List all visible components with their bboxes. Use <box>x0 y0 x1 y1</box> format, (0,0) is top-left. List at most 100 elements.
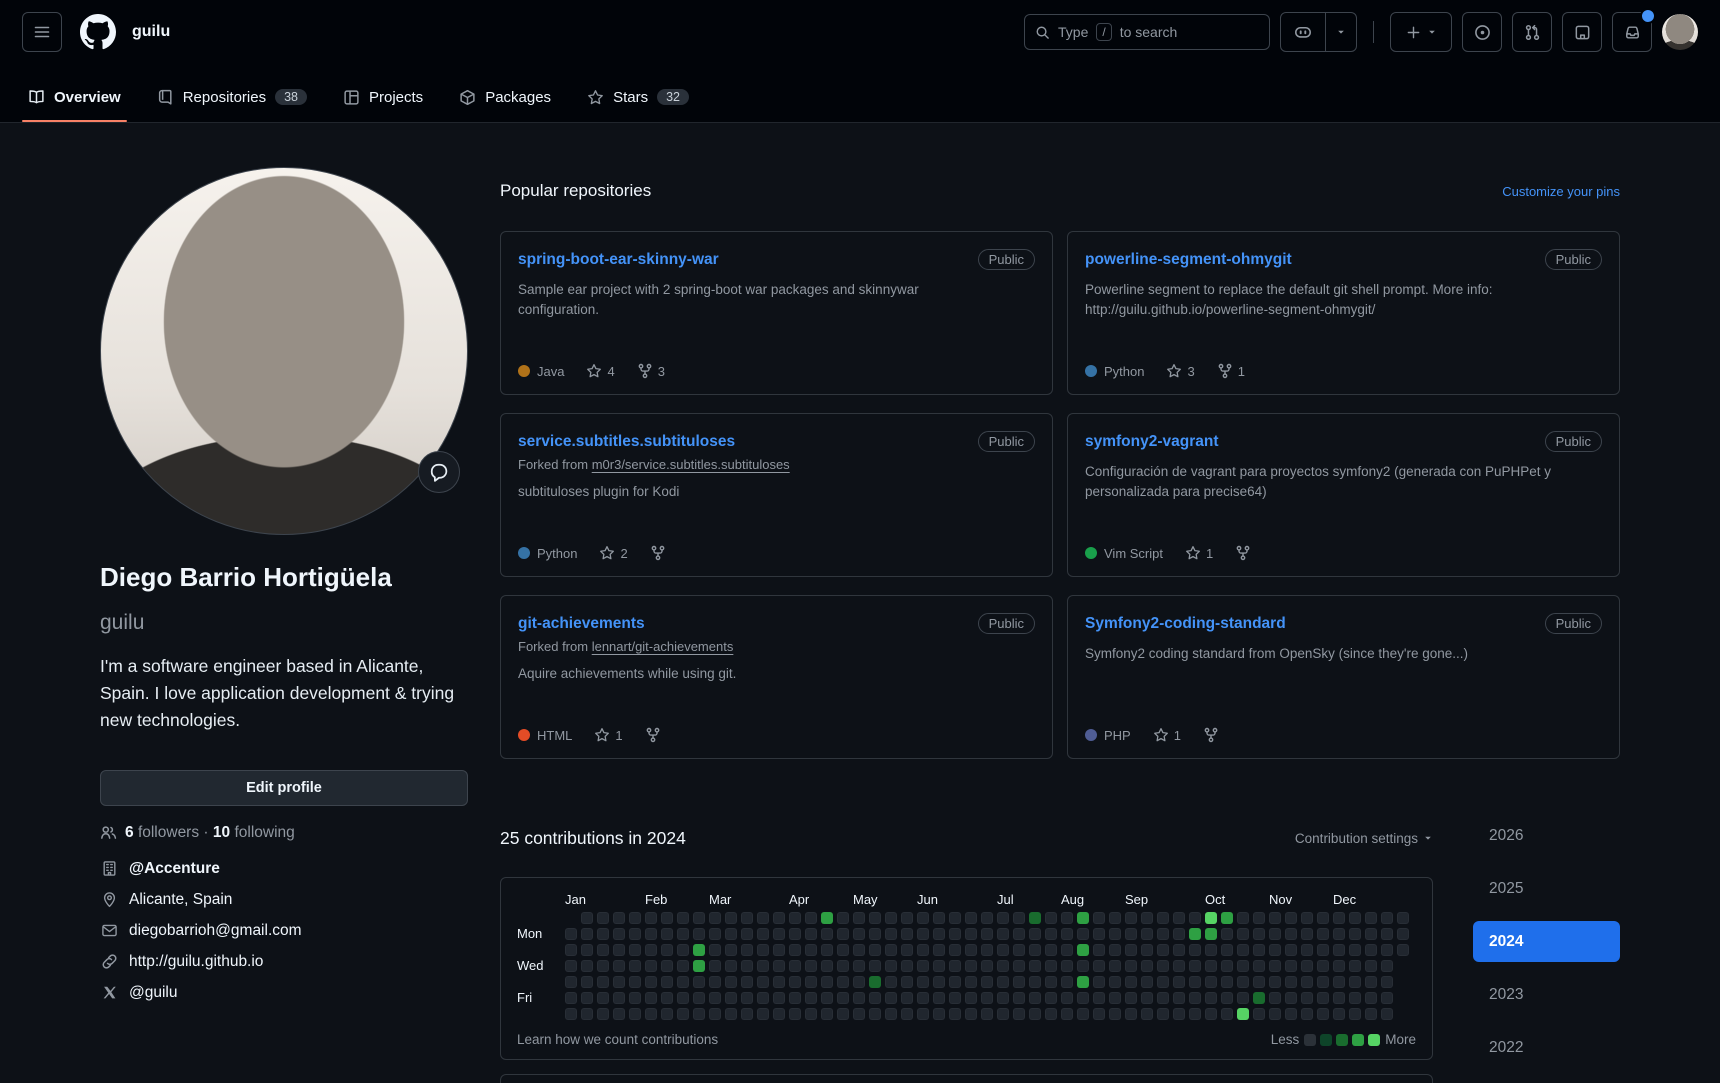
contribution-cell[interactable] <box>885 928 897 940</box>
contribution-cell[interactable] <box>1365 976 1377 988</box>
contribution-cell[interactable] <box>837 976 849 988</box>
contribution-cell[interactable] <box>1253 960 1265 972</box>
contribution-cell[interactable] <box>709 912 721 924</box>
contribution-cell[interactable] <box>853 992 865 1004</box>
contribution-cell[interactable] <box>1253 976 1265 988</box>
contribution-cell[interactable] <box>709 928 721 940</box>
contribution-cell[interactable] <box>725 928 737 940</box>
contribution-cell[interactable] <box>661 944 673 956</box>
contribution-cell[interactable] <box>1301 944 1313 956</box>
contribution-cell[interactable] <box>1189 912 1201 924</box>
contribution-cell[interactable] <box>1157 944 1169 956</box>
contribution-cell[interactable] <box>1221 960 1233 972</box>
contribution-cell[interactable] <box>789 960 801 972</box>
contribution-cell[interactable] <box>581 960 593 972</box>
contribution-cell[interactable] <box>565 928 577 940</box>
contribution-cell[interactable] <box>1029 912 1041 924</box>
contribution-cell[interactable] <box>645 1008 657 1020</box>
contribution-cell[interactable] <box>1029 960 1041 972</box>
contribution-cell[interactable] <box>821 976 833 988</box>
contribution-cell[interactable] <box>661 1008 673 1020</box>
contribution-cell[interactable] <box>821 1008 833 1020</box>
user-avatar-menu[interactable] <box>1662 14 1698 50</box>
contribution-cell[interactable] <box>1397 912 1409 924</box>
contribution-cell[interactable] <box>1045 944 1057 956</box>
contribution-cell[interactable] <box>1333 976 1345 988</box>
contribution-cell[interactable] <box>1269 976 1281 988</box>
repo-name-link[interactable]: symfony2-vagrant <box>1085 433 1219 451</box>
contribution-cell[interactable] <box>1077 1008 1089 1020</box>
contribution-cell[interactable] <box>885 1008 897 1020</box>
contribution-cell[interactable] <box>789 944 801 956</box>
contribution-cell[interactable] <box>1141 992 1153 1004</box>
contribution-cell[interactable] <box>933 1008 945 1020</box>
contribution-cell[interactable] <box>837 928 849 940</box>
customize-pins-link[interactable]: Customize your pins <box>1502 184 1620 199</box>
contribution-cell[interactable] <box>965 928 977 940</box>
contribution-cell[interactable] <box>1061 960 1073 972</box>
contribution-cell[interactable] <box>741 944 753 956</box>
contribution-cell[interactable] <box>917 1008 929 1020</box>
profile-detail-organization[interactable]: @Accenture <box>100 860 468 878</box>
contribution-cell[interactable] <box>1381 976 1393 988</box>
followers-row[interactable]: 6 followers · 10 following <box>100 824 468 842</box>
contribution-cell[interactable] <box>1253 928 1265 940</box>
contribution-cell[interactable] <box>885 992 897 1004</box>
context-breadcrumb[interactable]: guilu <box>132 23 170 41</box>
contribution-cell[interactable] <box>805 912 817 924</box>
contribution-cell[interactable] <box>1013 944 1025 956</box>
contribution-cell[interactable] <box>1317 1008 1329 1020</box>
tab-repositories[interactable]: Repositories38 <box>143 73 321 121</box>
contribution-cell[interactable] <box>1077 976 1089 988</box>
contribution-cell[interactable] <box>677 992 689 1004</box>
contribution-cell[interactable] <box>821 928 833 940</box>
contribution-cell[interactable] <box>965 992 977 1004</box>
contribution-cell[interactable] <box>949 912 961 924</box>
contribution-cell[interactable] <box>1029 1008 1041 1020</box>
contribution-cell[interactable] <box>933 928 945 940</box>
contribution-cell[interactable] <box>1061 992 1073 1004</box>
issues-button[interactable] <box>1462 12 1502 52</box>
contribution-cell[interactable] <box>869 960 881 972</box>
repo-stars[interactable]: 3 <box>1166 363 1194 379</box>
contribution-cell[interactable] <box>677 928 689 940</box>
contribution-cell[interactable] <box>709 992 721 1004</box>
contribution-cell[interactable] <box>1093 992 1105 1004</box>
repo-stars[interactable]: 1 <box>1153 727 1181 743</box>
contribution-cell[interactable] <box>581 928 593 940</box>
contribution-cell[interactable] <box>1045 992 1057 1004</box>
contribution-cell[interactable] <box>1237 944 1249 956</box>
contribution-cell[interactable] <box>565 944 577 956</box>
contribution-cell[interactable] <box>805 976 817 988</box>
repo-name-link[interactable]: powerline-segment-ohmygit <box>1085 251 1292 269</box>
contribution-cell[interactable] <box>1221 928 1233 940</box>
contribution-cell[interactable] <box>981 992 993 1004</box>
notifications-button[interactable] <box>1612 12 1652 52</box>
contribution-cell[interactable] <box>997 944 1009 956</box>
contribution-cell[interactable] <box>1093 1008 1105 1020</box>
contribution-cell[interactable] <box>997 1008 1009 1020</box>
contribution-cell[interactable] <box>677 960 689 972</box>
contribution-cell[interactable] <box>693 976 705 988</box>
contribution-cell[interactable] <box>565 1008 577 1020</box>
contribution-cell[interactable] <box>773 928 785 940</box>
contribution-cell[interactable] <box>1093 960 1105 972</box>
year-filter-2023[interactable]: 2023 <box>1473 974 1620 1015</box>
contribution-cell[interactable] <box>1285 976 1297 988</box>
contribution-cell[interactable] <box>1013 912 1025 924</box>
contribution-cell[interactable] <box>629 944 641 956</box>
contribution-cell[interactable] <box>693 992 705 1004</box>
contribution-cell[interactable] <box>1125 928 1137 940</box>
contribution-cell[interactable] <box>1317 912 1329 924</box>
contribution-cell[interactable] <box>1205 976 1217 988</box>
contribution-cell[interactable] <box>1365 928 1377 940</box>
contribution-cell[interactable] <box>1237 912 1249 924</box>
contribution-cell[interactable] <box>597 912 609 924</box>
contribution-cell[interactable] <box>1221 976 1233 988</box>
contribution-cell[interactable] <box>629 976 641 988</box>
contribution-cell[interactable] <box>1077 928 1089 940</box>
contribution-cell[interactable] <box>965 944 977 956</box>
contribution-cell[interactable] <box>1093 976 1105 988</box>
contribution-cell[interactable] <box>805 944 817 956</box>
contribution-cell[interactable] <box>741 992 753 1004</box>
